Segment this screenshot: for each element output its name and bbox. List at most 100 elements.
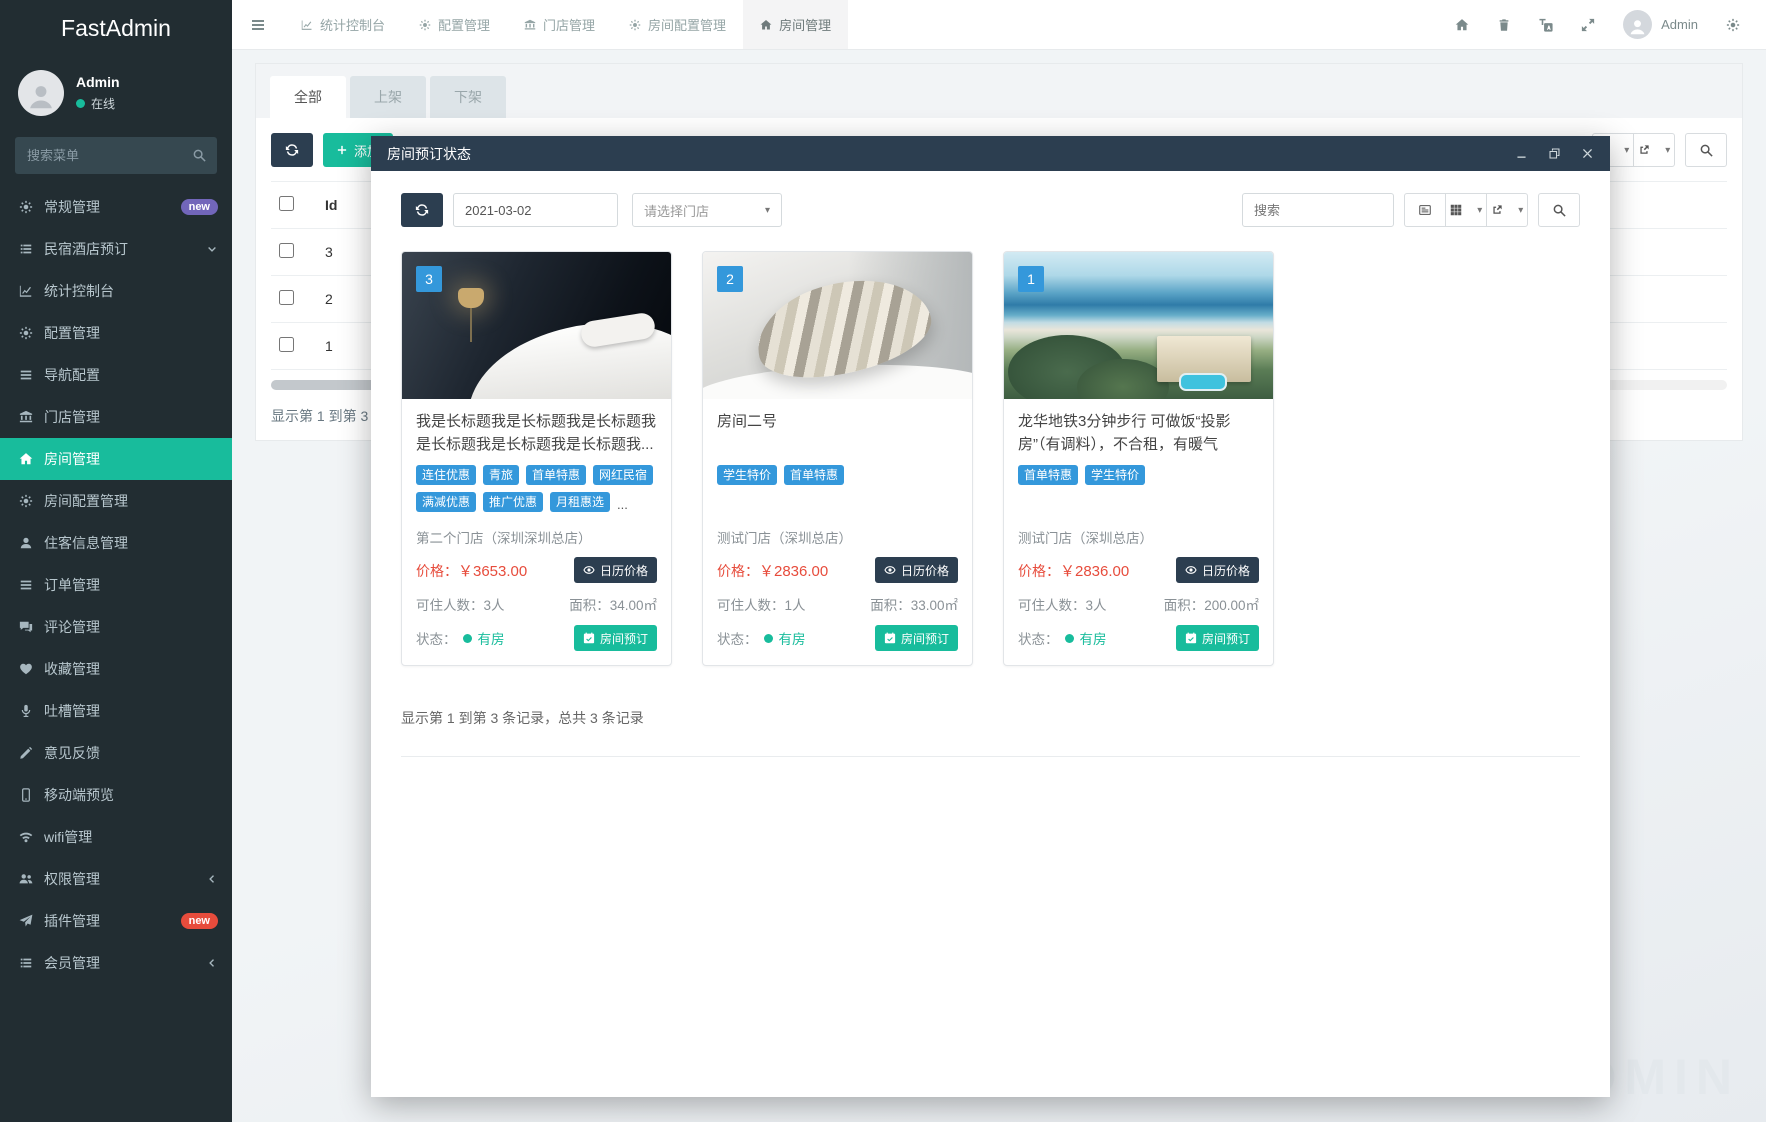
modal-header[interactable]: 房间预订状态: [371, 136, 1610, 171]
home-icon: [19, 452, 33, 466]
sidebar-item-guest-info[interactable]: 住客信息管理: [0, 522, 232, 564]
sidebar-item-rooms[interactable]: 房间管理: [0, 438, 232, 480]
users-icon: [19, 872, 33, 886]
sidebar-item-wifi[interactable]: wifi管理: [0, 816, 232, 858]
export-dropdown-button[interactable]: ▾: [1486, 193, 1528, 227]
calendar-price-button[interactable]: 日历价格: [574, 557, 657, 583]
microphone-icon: [19, 704, 33, 718]
app-logo: FastAdmin: [0, 0, 232, 57]
tab-config[interactable]: 配置管理: [402, 0, 507, 49]
book-room-button[interactable]: 房间预订: [875, 625, 958, 651]
person-icon: [26, 81, 56, 111]
select-all-checkbox[interactable]: [279, 196, 294, 211]
sidebar-item-general[interactable]: 常规管理new: [0, 186, 232, 228]
book-room-button[interactable]: 房间预订: [1176, 625, 1259, 651]
sidebar-toggle-button[interactable]: [232, 0, 284, 49]
avatar: [18, 70, 64, 116]
sidebar-item-dashboard[interactable]: 统计控制台: [0, 270, 232, 312]
sidebar-item-suggestions[interactable]: 意见反馈: [0, 732, 232, 774]
store-select[interactable]: 请选择门店▾: [632, 193, 782, 227]
tab-store[interactable]: 门店管理: [507, 0, 612, 49]
modal-search-input[interactable]: [1242, 193, 1394, 227]
date-input[interactable]: [453, 193, 618, 227]
sidebar-item-comments[interactable]: 评论管理: [0, 606, 232, 648]
language-button[interactable]: [1525, 18, 1567, 32]
modal-refresh-button[interactable]: [401, 193, 443, 227]
comments-icon: [19, 620, 33, 634]
row-checkbox[interactable]: [279, 243, 294, 258]
sidebar-item-feedback-mgmt[interactable]: 吐槽管理: [0, 690, 232, 732]
home-button[interactable]: [1441, 18, 1483, 32]
chevron-left-icon: [206, 957, 218, 969]
row-checkbox[interactable]: [279, 337, 294, 352]
detail-view-button[interactable]: [1404, 193, 1446, 227]
book-room-button[interactable]: 房间预订: [574, 625, 657, 651]
room-meta: 可住人数：1人 面积：33.00㎡: [717, 594, 958, 614]
search-icon: [1552, 203, 1566, 217]
sidebar-item-config[interactable]: 配置管理: [0, 312, 232, 354]
tag: 满减优惠: [416, 492, 476, 512]
photo-decoration: [458, 288, 484, 308]
sidebar-item-plugins[interactable]: 插件管理new: [0, 900, 232, 942]
room-booking-modal: 房间预订状态 请选择门店▾ ▾ ▾: [371, 136, 1610, 1097]
minimize-icon[interactable]: [1515, 147, 1528, 160]
pencil-icon: [19, 746, 33, 760]
filter-tab-on[interactable]: 上架: [350, 76, 426, 118]
calendar-check-icon: [884, 632, 896, 644]
user-icon: [19, 536, 33, 550]
room-title: 我是长标题我是长标题我是长标题我是长标题我是长标题我是长标题我...: [416, 411, 657, 456]
columns-dropdown-button[interactable]: ▾: [1445, 193, 1487, 227]
sidebar-item-orders[interactable]: 订单管理: [0, 564, 232, 606]
sidebar-item-store[interactable]: 门店管理: [0, 396, 232, 438]
row-checkbox[interactable]: [279, 290, 294, 305]
eye-icon: [884, 564, 896, 576]
filter-tab-off[interactable]: 下架: [430, 76, 506, 118]
clear-cache-button[interactable]: [1483, 18, 1525, 32]
search-icon: [192, 148, 206, 162]
room-card[interactable]: 3 我是长标题我是长标题我是长标题我是长标题我是长标题我是长标题我... 连住优…: [401, 251, 672, 666]
room-card[interactable]: 1 龙华地铁3分钟步行 可做饭“投影房”（有调料），不合租，有暖气 首单特惠 学…: [1003, 251, 1274, 666]
sidebar-item-room-config[interactable]: 房间配置管理: [0, 480, 232, 522]
calendar-price-button[interactable]: 日历价格: [1176, 557, 1259, 583]
search-toggle-button[interactable]: [1538, 193, 1580, 227]
settings-button[interactable]: [1712, 18, 1754, 32]
eye-icon: [1185, 564, 1197, 576]
refresh-button[interactable]: [271, 133, 313, 167]
photo-decoration: [1179, 373, 1227, 391]
sidebar-search-input[interactable]: [15, 137, 217, 174]
export-dropdown-button[interactable]: ▾: [1633, 133, 1675, 167]
calendar-price-button[interactable]: 日历价格: [875, 557, 958, 583]
room-card[interactable]: 2 房间二号 学生特价 首单特惠 测试门店（深圳总店） 价格：￥2836.00 …: [702, 251, 973, 666]
maximize-icon[interactable]: [1548, 147, 1561, 160]
tab-rooms[interactable]: 房间管理: [743, 0, 848, 49]
grid-icon: [1450, 204, 1462, 216]
sidebar-item-mobile-preview[interactable]: 移动端预览: [0, 774, 232, 816]
chevron-down-icon: [206, 243, 218, 255]
filter-tab-all[interactable]: 全部: [270, 76, 346, 118]
divider: [401, 756, 1580, 757]
sidebar-item-favorites[interactable]: 收藏管理: [0, 648, 232, 690]
sidebar-item-hotel-booking[interactable]: 民宿酒店预订: [0, 228, 232, 270]
home-icon: [1455, 18, 1469, 32]
tab-room-config[interactable]: 房间配置管理: [612, 0, 743, 49]
cell-id: 3: [317, 229, 363, 276]
topbar-user-menu[interactable]: Admin: [1609, 10, 1712, 39]
sidebar-item-permissions[interactable]: 权限管理: [0, 858, 232, 900]
tags-more: ...: [617, 497, 628, 512]
tab-dashboard[interactable]: 统计控制台: [284, 0, 402, 49]
trash-icon: [1497, 18, 1511, 32]
room-title: 房间二号: [717, 411, 958, 456]
search-toggle-button[interactable]: [1685, 133, 1727, 167]
close-icon[interactable]: [1581, 147, 1594, 160]
sidebar-item-members[interactable]: 会员管理: [0, 942, 232, 984]
hamburger-icon: [250, 17, 266, 33]
room-tags: 首单特惠 学生特价: [1018, 465, 1259, 523]
room-store: 测试门店（深圳总店）: [1018, 527, 1259, 547]
column-header-id[interactable]: Id: [317, 182, 363, 229]
list-icon: [19, 242, 33, 256]
room-guests: 1人: [785, 598, 806, 613]
room-store: 第二个门店（深圳深圳总店）: [416, 527, 657, 547]
sidebar-item-nav-config[interactable]: 导航配置: [0, 354, 232, 396]
fullscreen-button[interactable]: [1567, 18, 1609, 32]
modal-view-group: ▾ ▾: [1404, 193, 1528, 227]
